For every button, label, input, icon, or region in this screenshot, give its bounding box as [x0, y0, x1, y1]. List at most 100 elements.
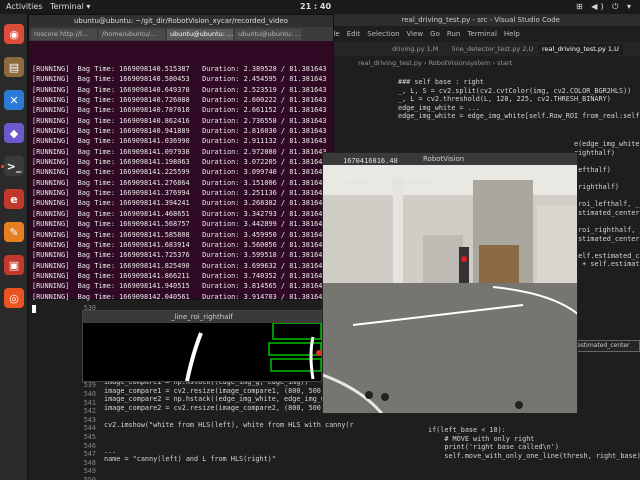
line-number: 540 — [83, 389, 96, 398]
tab-driving[interactable]: driving.py 1,M — [388, 44, 442, 55]
menu-item-help[interactable]: Help — [504, 30, 520, 38]
code-line: image_compare1 = cv2.resize(image_compar… — [104, 386, 330, 395]
code-line: _, L, S = cv2.split(cv2.cvtColor(img, cv… — [398, 86, 632, 95]
line-number: 542 — [83, 407, 96, 416]
code-line: _, L = cv2.threshold(L, 128, 225, cv2.TH… — [398, 95, 611, 104]
code-editor-top[interactable]: ### self base : right _, L, S = cv2.split… — [398, 78, 640, 121]
line-number: 543 — [83, 415, 96, 424]
menu-item-edit[interactable]: Edit — [347, 30, 361, 38]
code-line: _roi_righthalf, _ — [574, 225, 640, 234]
chrome-icon[interactable]: ◉ — [4, 24, 24, 44]
code-line: ### self base : right — [398, 78, 484, 86]
menu-item-terminal[interactable]: Terminal — [467, 30, 497, 38]
line-number: 546 — [83, 441, 96, 450]
code-line: # MOVE with only right — [428, 434, 535, 443]
code-editor-bottom[interactable]: image_compare1 = np.hstack((edge_img_g, … — [104, 378, 354, 464]
terminal-tab-ubuntu-active[interactable]: ubuntu@ubuntu: ... — [167, 29, 233, 40]
files-icon[interactable]: ▤ — [4, 57, 24, 77]
terminal-line: [RUNNING] Bag Time: 1669098141.585808 Du… — [32, 230, 327, 239]
text-editor-icon[interactable]: ✎ — [4, 222, 24, 242]
terminal-line: [RUNNING] Bag Time: 1669098141.036990 Du… — [32, 137, 327, 146]
code-editor-bottom-right[interactable]: if(left_base < 10): # MOVE with only rig… — [428, 426, 640, 460]
code-line: if(left_base < 10): — [428, 426, 506, 434]
terminal-line: [RUNNING] Bag Time: 1669098140.515387 Du… — [32, 65, 327, 73]
pdf-reader-icon[interactable]: e — [4, 189, 24, 209]
terminal-line: [RUNNING] Bag Time: 1669098140.649378 Du… — [32, 85, 327, 94]
code-line: image_compare2 = cv2.resize(image_compar… — [104, 403, 330, 412]
terminal-line: [RUNNING] Bag Time: 1669098141.394241 Du… — [32, 199, 327, 208]
desktop: Activities Terminal ▾ 21 : 40 ⊞ ◀) ⏻ ▾ r… — [0, 0, 640, 480]
code-line: _roi_lefthalf, _ — [574, 200, 640, 209]
running-indicator — [1, 165, 4, 168]
terminal-line: [RUNNING] Bag Time: 1669098142.040561 Du… — [32, 292, 327, 301]
vscode-icon[interactable]: ✕ — [4, 90, 24, 110]
code-line: cv2.imshow("white from HLS(left), white … — [104, 420, 354, 429]
breadcrumb[interactable]: real_driving_test.py › RobotVisionsystem… — [358, 58, 512, 68]
terminal-tab-home[interactable]: /home/ubuntu/... — [99, 29, 165, 40]
top-bar: Activities Terminal ▾ 21 : 40 ⊞ ◀) ⏻ ▾ — [0, 0, 640, 14]
clock[interactable]: 21 : 40 — [300, 0, 331, 14]
line-number: 549 — [83, 467, 96, 476]
binary-roi-title: _line_roi_righthalf — [83, 311, 321, 323]
menu-item-go[interactable]: Go — [430, 30, 440, 38]
tab-real-driving-test[interactable]: real_driving_test.py 1,U — [538, 44, 623, 55]
code-line: edge_img_white = edge_img_white[self.Row… — [398, 112, 640, 121]
terminal-icon[interactable]: >_ — [4, 156, 24, 176]
terminal-line: [RUNNING] Bag Time: 1669098140.580453 Du… — [32, 75, 327, 84]
code-line: print('right base called\n') — [428, 443, 559, 452]
ubuntu-software-icon[interactable]: ◎ — [4, 288, 24, 308]
terminal-line: [RUNNING] Bag Time: 1669098141.940515 Du… — [32, 282, 327, 291]
line-number: 547 — [83, 450, 96, 459]
terminal-line: [RUNNING] Bag Time: 1669098141.725376 Du… — [32, 251, 327, 260]
terminal-line: [RUNNING] Bag Time: 1669098141.866211 Du… — [32, 271, 327, 280]
menu-item-selection[interactable]: Selection — [367, 30, 399, 38]
tab-line-detector-test[interactable]: line_detector_test.py 2,U — [448, 44, 537, 55]
code-line: edge_img_white = ... — [398, 103, 480, 112]
screenshot-icon[interactable]: ▣ — [4, 255, 24, 275]
camera-overlay-timestamp: 1670416816.48 — [343, 157, 398, 165]
terminal-title: ubuntu@ubuntu: ~/git_dir/RobotVision_xyc… — [29, 15, 333, 27]
binary-roi-window[interactable]: _line_roi_righthalf — [82, 310, 322, 382]
line-number: 544 — [83, 424, 96, 433]
line-number: 545 — [83, 432, 96, 441]
camera-frame-image — [323, 165, 577, 413]
hover-tooltip: estimated_center — [574, 340, 640, 352]
system-tray[interactable]: ⊞ ◀) ⏻ ▾ — [576, 0, 634, 14]
code-line: + self.estimated_c — [582, 260, 640, 269]
code-line: self.estimated_ce — [574, 251, 640, 260]
terminal-line: [RUNNING] Bag Time: 1669098140.787010 Du… — [32, 106, 327, 115]
camera-window[interactable]: RobotVision 1670416816.48 center : 1.460… — [322, 152, 578, 414]
code-line: ... — [104, 446, 117, 455]
camera-overlay-center: center : 1.4606436836 — [343, 179, 432, 187]
line-number: 548 — [83, 458, 96, 467]
line-number: 550 — [83, 475, 96, 480]
app-menu[interactable]: Terminal ▾ — [50, 0, 90, 14]
terminal-line: [RUNNING] Bag Time: 1669098141.683914 Du… — [32, 240, 327, 249]
code-editor-right[interactable]: e(edge_img_white, righthalf) lefthalf) _r… — [574, 140, 640, 269]
terminal-line: [RUNNING] Bag Time: 1669098141.568757 Du… — [32, 220, 327, 229]
terminal-output[interactable]: [RUNNING] Bag Time: 1669098140.515387 Du… — [32, 64, 327, 302]
menu-item-run[interactable]: Run — [447, 30, 460, 38]
terminal-window[interactable]: ubuntu@ubuntu: ~/git_dir/RobotVision_xyc… — [28, 14, 334, 313]
vscode-tab-bar: driving.py 1,M line_detector_test.py 2,U… — [328, 42, 640, 56]
terminal-tab-roscore[interactable]: roscore http://l... — [31, 29, 97, 40]
terminal-tab-ubuntu[interactable]: ubuntu@ubuntu: ... — [235, 29, 301, 40]
terminal-line: [RUNNING] Bag Time: 1669098140.941889 Du… — [32, 127, 327, 136]
terminal-line: [RUNNING] Bag Time: 1669098141.376994 Du… — [32, 189, 327, 198]
terminal-tab-bar: roscore http://l... /home/ubuntu/... ubu… — [29, 27, 333, 41]
terminal-line: [RUNNING] Bag Time: 1669098141.198063 Du… — [32, 158, 327, 167]
menu-item-view[interactable]: View — [407, 30, 424, 38]
binary-roi-image — [185, 323, 322, 382]
vscode-menu-bar: FileEditSelectionViewGoRunTerminalHelp — [328, 28, 527, 40]
terminal-line: [RUNNING] Bag Time: 1669098141.225599 Du… — [32, 168, 327, 177]
ethereum-icon[interactable]: ◆ — [4, 123, 24, 143]
activities-button[interactable]: Activities — [6, 0, 43, 14]
